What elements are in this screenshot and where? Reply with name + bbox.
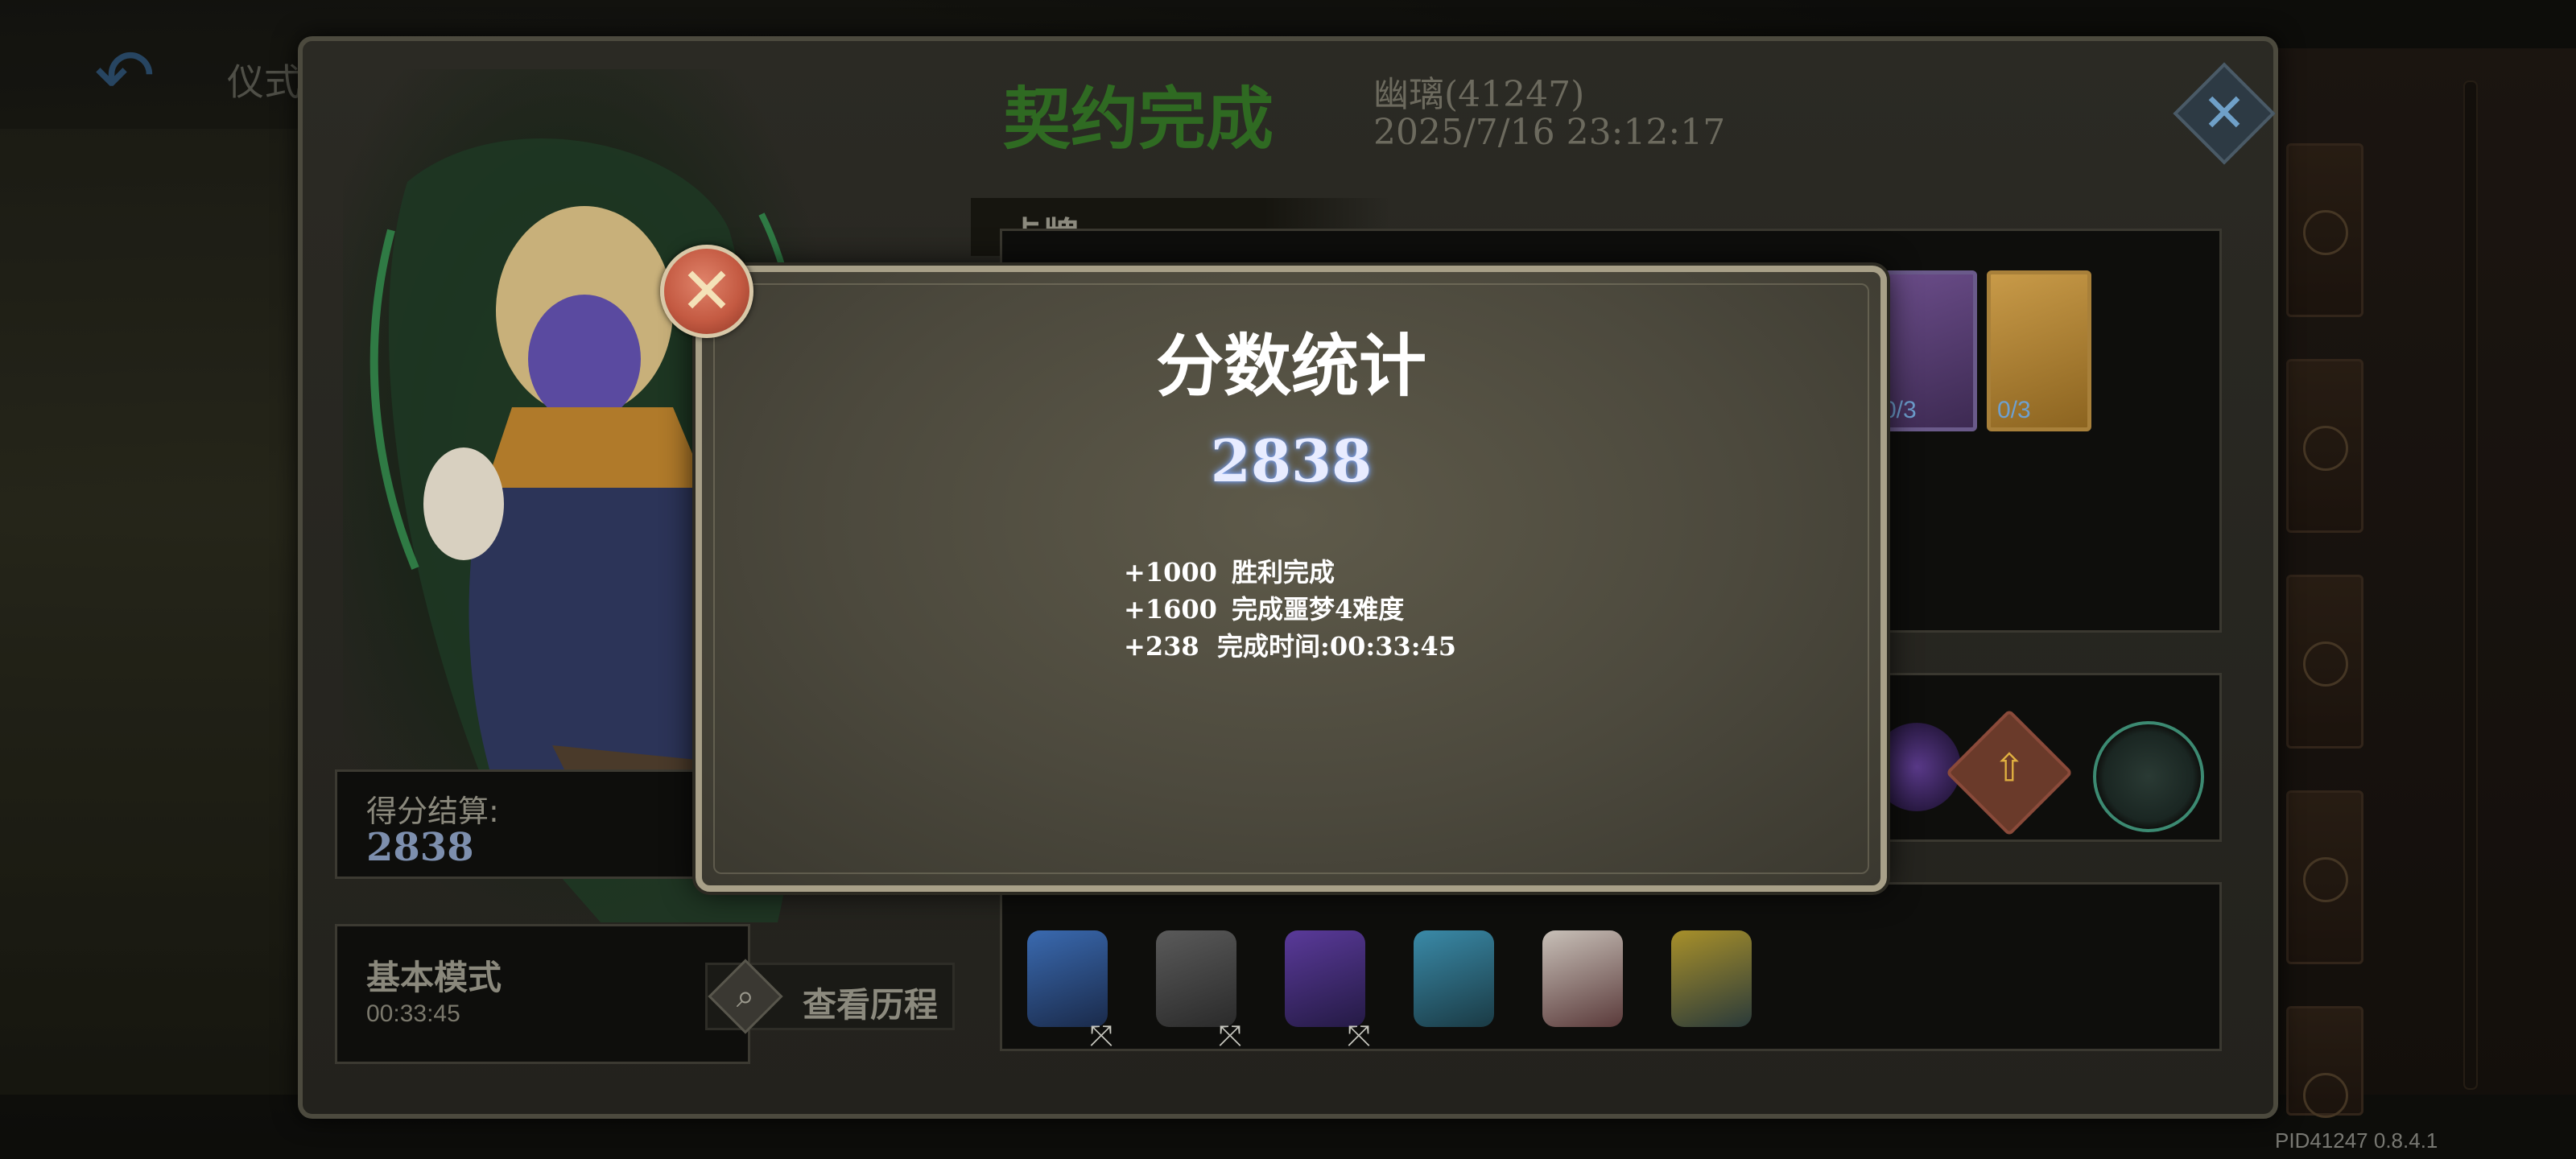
popup-title: 分数统计 [1155,327,1426,406]
panel-close-button[interactable]: ✕ [2173,62,2276,165]
item-mask-icon[interactable] [1542,930,1623,1027]
close-icon: ✕ [679,254,734,328]
item-blue-crystal-icon[interactable] [1027,930,1108,1027]
popup-total-score: 2838 [1210,427,1373,495]
player-timestamp: 2025/7/16 23:12:17 [1373,112,1726,153]
card[interactable]: 0/3 [1987,270,2091,431]
mode-time: 00:33:45 [366,1000,460,1027]
breakdown-label: 完成噩梦4难度 [1232,594,1405,625]
popup-close-button[interactable]: ✕ [660,245,753,338]
score-breakdown-row: +238 完成时间:00:33:45 [1124,626,1456,662]
card-upgrade-count: 0/3 [1997,397,2031,423]
breakdown-points: +1000 [1124,557,1217,588]
mode-box: 基本模式 00:33:45 [335,924,750,1064]
cross-mark-icon: ⤧ [1089,1020,1113,1053]
cross-mark-icon: ⤧ [1218,1020,1242,1053]
breakdown-label: 完成时间:00:33:45 [1217,631,1457,662]
view-history-label: 查看历程 [803,985,939,1025]
relic-figure-icon[interactable] [2093,721,2204,832]
score-statistics-popup: 分数统计 2838 +1000 胜利完成 +1600 完成噩梦4难度 +238 完成时… [696,266,1887,892]
breakdown-points: +1600 [1124,594,1217,625]
up-arrow-icon: ⇧ [1992,745,2026,791]
panel-title: 契约完成 [1003,79,1274,159]
cross-mark-icon: ⤧ [1347,1020,1371,1053]
mode-label: 基本模式 [366,958,502,997]
score-value: 2838 [366,825,474,870]
item-lantern-icon[interactable] [1414,930,1494,1027]
item-stone-icon[interactable] [1156,930,1236,1027]
score-label: 得分结算: [366,794,499,829]
view-history-button[interactable]: ⌕ 查看历程 [705,959,955,1034]
score-breakdown-row: +1000 胜利完成 [1124,552,1335,588]
score-breakdown-row: +1600 完成噩梦4难度 [1124,589,1404,625]
breakdown-label: 胜利完成 [1232,557,1335,588]
close-icon: ✕ [2202,82,2247,144]
card-upgrade-count: 0/3 [1883,397,1917,423]
breakdown-points: +238 [1124,631,1199,662]
item-purple-gem-icon[interactable] [1285,930,1365,1027]
card[interactable]: 0/3 [1872,270,1977,431]
player-name: 幽璃(41247) [1373,74,1585,115]
magnifier-icon-frame: ⌕ [708,959,783,1034]
score-summary-box: 得分结算: 2838 [335,769,705,879]
magnifier-icon: ⌕ [736,978,755,1015]
item-totem-icon[interactable] [1671,930,1752,1027]
